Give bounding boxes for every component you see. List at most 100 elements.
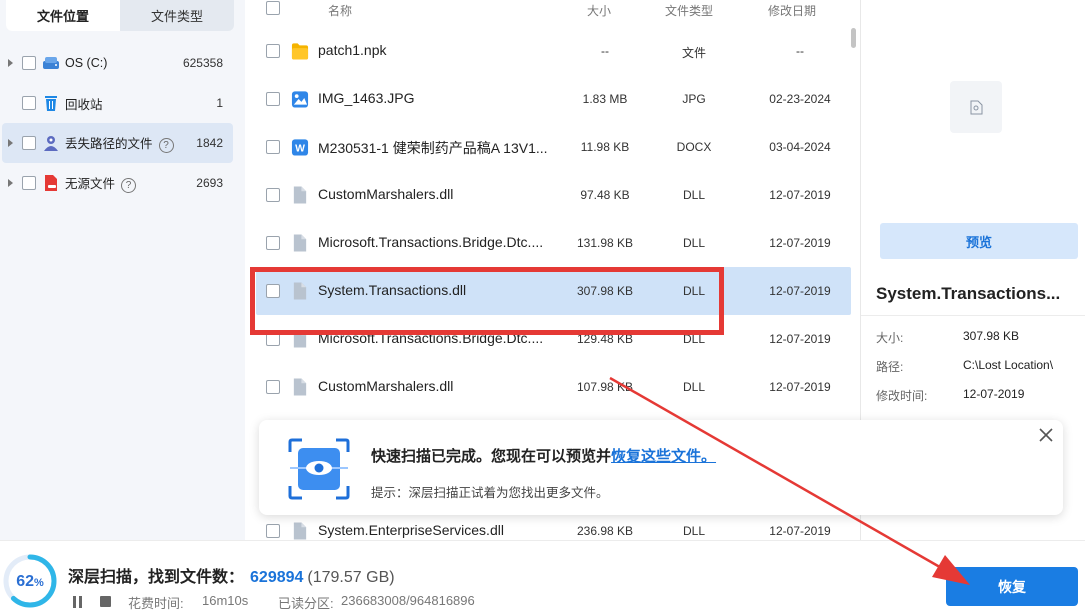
table-row[interactable]: IMG_1463.JPG 1.83 MB JPG 02-23-2024 <box>245 75 851 123</box>
row-checkbox[interactable] <box>266 524 280 538</box>
file-name: System.EnterpriseServices.dll <box>318 522 504 538</box>
file-name: Microsoft.Transactions.Bridge.Dtc.... <box>318 330 544 346</box>
file-size: 11.98 KB <box>580 140 630 154</box>
file-name: CustomMarshalers.dll <box>318 186 454 202</box>
tab-file-location[interactable]: 文件位置 <box>6 0 120 31</box>
progress-unit: % <box>34 577 44 589</box>
progress-value: 62 <box>16 573 34 590</box>
pause-icon[interactable] <box>72 596 84 608</box>
file-size: 236.98 KB <box>576 524 634 538</box>
file-icon <box>293 282 307 300</box>
file-date: 03-04-2024 <box>769 140 831 154</box>
column-header-size[interactable]: 大小 <box>587 2 611 19</box>
file-name: Microsoft.Transactions.Bridge.Dtc.... <box>318 234 544 250</box>
file-date: 12-07-2019 <box>769 188 831 202</box>
file-icon <box>293 522 307 540</box>
file-icon <box>293 330 307 348</box>
file-name: CustomMarshalers.dll <box>318 378 454 394</box>
column-header-name[interactable]: 名称 <box>328 2 352 19</box>
select-all-checkbox[interactable] <box>266 1 280 15</box>
help-icon[interactable]: ? <box>121 177 137 193</box>
file-icon <box>293 234 307 252</box>
file-placeholder-icon <box>970 100 983 115</box>
detail-file-name: System.Transactions... <box>876 284 1061 303</box>
file-name: IMG_1463.JPG <box>318 90 415 106</box>
file-icon <box>293 378 307 396</box>
file-type: JPG <box>682 92 706 106</box>
recycle-bin-icon <box>45 96 57 111</box>
list-header: 名称 大小 文件类型 修改日期 <box>245 0 860 20</box>
expand-arrow-icon[interactable] <box>8 139 13 147</box>
detail-modified-label: 修改时间: <box>876 389 928 403</box>
file-size: 129.48 KB <box>576 332 634 346</box>
stop-icon[interactable] <box>100 596 111 607</box>
file-size: 97.48 KB <box>580 188 630 202</box>
elapsed-label: 花费时间: <box>128 596 184 611</box>
tree-checkbox[interactable] <box>22 136 36 150</box>
word-doc-icon: W <box>291 139 309 156</box>
file-date: 12-07-2019 <box>769 524 831 538</box>
tree-item-count: 1 <box>216 96 223 110</box>
detail-path-label: 路径: <box>876 360 904 374</box>
expand-arrow-icon[interactable] <box>8 179 13 187</box>
tree-checkbox[interactable] <box>22 176 36 190</box>
file-date: 12-07-2019 <box>769 380 831 394</box>
table-row[interactable]: CustomMarshalers.dll 107.98 KB DLL 12-07-20… <box>245 363 851 411</box>
tree-item-orphan-files[interactable]: 无源文件? 2693 <box>0 163 245 203</box>
table-row[interactable]: W M230531-1 健荣制药产品稿A 13V1... 11.98 KB DOCX 0… <box>245 123 851 171</box>
file-date: -- <box>796 44 804 58</box>
tree-checkbox[interactable] <box>22 56 36 70</box>
table-row[interactable]: Microsoft.Transactions.Bridge.Dtc.... 129… <box>245 315 851 363</box>
tree-checkbox[interactable] <box>22 96 36 110</box>
tree-item-lost-path-files[interactable]: 丢失路径的文件? 1842 <box>0 123 245 163</box>
tab-file-type[interactable]: 文件类型 <box>120 0 234 31</box>
preview-button[interactable]: 预览 <box>880 223 1078 259</box>
file-size: 107.98 KB <box>576 380 634 394</box>
file-date: 12-07-2019 <box>769 284 831 298</box>
tree-item-os-c[interactable]: OS (C:) 625358 <box>0 43 245 83</box>
tree-item-label: 丢失路径的文件? <box>65 133 174 153</box>
row-checkbox[interactable] <box>266 188 280 202</box>
scan-eye-icon <box>288 438 350 500</box>
tree-item-label: OS (C:) <box>65 56 108 70</box>
row-checkbox[interactable] <box>266 332 280 346</box>
folder-icon <box>291 43 309 60</box>
image-file-icon <box>291 91 309 108</box>
detail-divider <box>861 315 1085 316</box>
table-row[interactable]: CustomMarshalers.dll 97.48 KB DLL 12-07-201… <box>245 171 851 219</box>
list-scrollbar[interactable] <box>851 28 856 48</box>
file-type: DLL <box>682 284 705 298</box>
column-header-date[interactable]: 修改日期 <box>768 2 816 19</box>
preview-thumbnail <box>950 81 1002 133</box>
file-name: M230531-1 健荣制药产品稿A 13V1... <box>318 140 548 156</box>
help-icon[interactable]: ? <box>158 137 174 153</box>
tree-item-count: 625358 <box>182 56 223 70</box>
status-bar: 62% 深层扫描，找到文件数： 629894 (179.57 GB) 花费时间: 1… <box>0 540 1085 613</box>
column-header-type[interactable]: 文件类型 <box>665 2 713 19</box>
file-name: System.Transactions.dll <box>318 282 467 298</box>
row-checkbox[interactable] <box>266 92 280 106</box>
recover-button[interactable]: 恢复 <box>946 567 1078 606</box>
left-panel: 文件位置 文件类型 OS (C:) 625358 回收站 1 丢失路径的文件 ?… <box>0 0 245 540</box>
table-row[interactable]: Microsoft.Transactions.Bridge.Dtc.... 131… <box>245 219 851 267</box>
tree-item-label: 回收站 <box>65 97 103 112</box>
toast-title: 快速扫描已完成。您现在可以预览并恢复这些文件。 <box>371 445 716 466</box>
drive-icon <box>43 57 59 69</box>
row-checkbox[interactable] <box>266 140 280 154</box>
table-row[interactable]: patch1.npk -- 文件 -- <box>245 27 851 75</box>
table-row[interactable]: System.Transactions.dll 307.98 KB DLL 12-07… <box>245 267 851 315</box>
tree-item-label: 无源文件? <box>65 173 137 193</box>
row-checkbox[interactable] <box>266 380 280 394</box>
file-size: 131.98 KB <box>576 236 634 250</box>
tree-item-recycle-bin[interactable]: 回收站 1 <box>0 83 245 123</box>
file-size: 1.83 MB <box>582 92 628 106</box>
row-checkbox[interactable] <box>266 236 280 250</box>
tree-item-label-text: 无源文件 <box>65 177 116 192</box>
row-checkbox[interactable] <box>266 44 280 58</box>
recover-files-link[interactable]: 恢复这些文件。 <box>611 448 716 465</box>
expand-arrow-icon[interactable] <box>8 59 13 67</box>
close-icon[interactable] <box>1037 426 1055 444</box>
row-checkbox[interactable] <box>266 284 280 298</box>
file-size: -- <box>601 44 609 58</box>
file-type: DLL <box>682 188 705 202</box>
